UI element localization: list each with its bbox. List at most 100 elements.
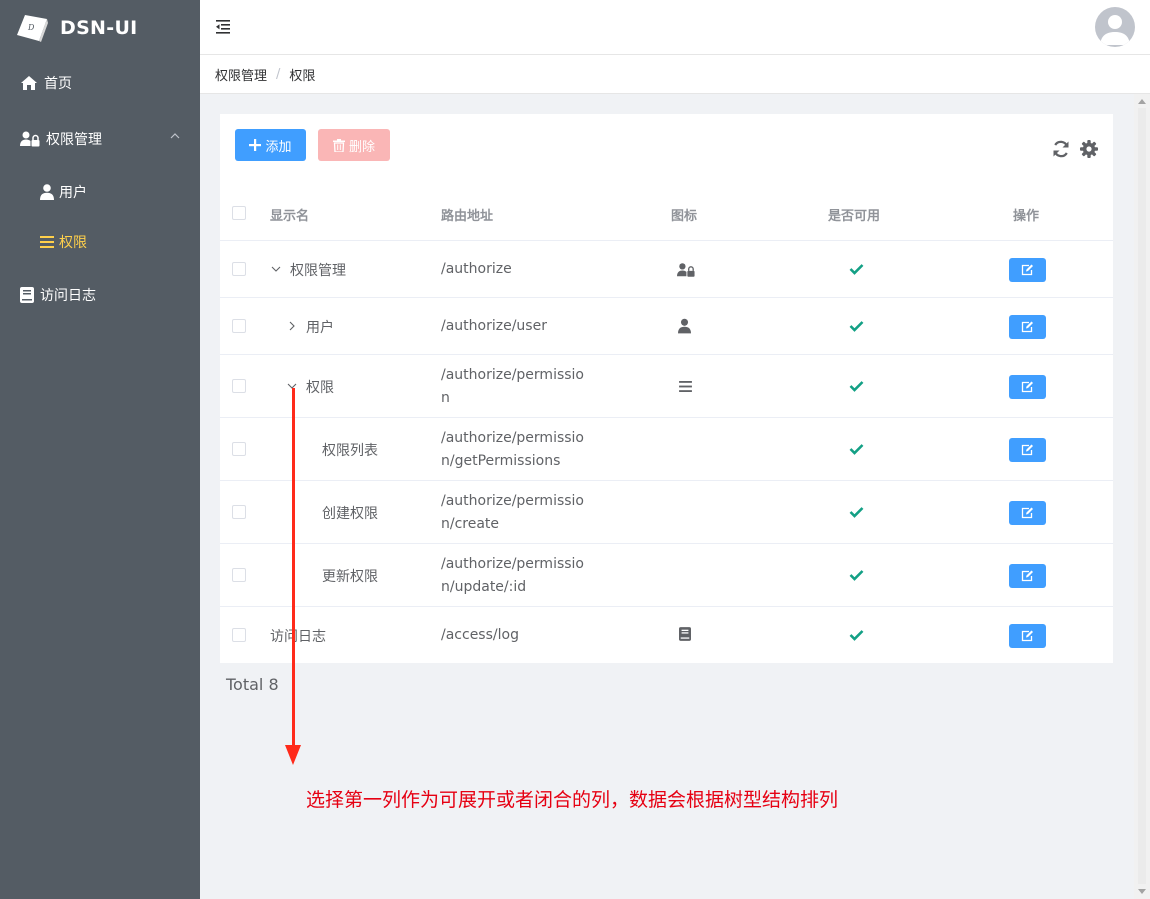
row-checkbox[interactable]: [232, 628, 246, 642]
trash-icon: [332, 138, 345, 152]
sidebar-item-access-log[interactable]: 访问日志: [0, 267, 200, 323]
breadcrumb-item-current: 权限: [289, 68, 316, 84]
logo[interactable]: D DSN-UI: [0, 0, 200, 55]
check-icon: [849, 264, 864, 275]
edit-icon: [1021, 570, 1033, 582]
check-icon: [849, 444, 864, 455]
row-checkbox[interactable]: [232, 442, 246, 456]
scroll-up-icon[interactable]: [1138, 99, 1146, 104]
sidebar-item-authorize[interactable]: 权限管理: [0, 111, 200, 167]
scroll-thumb[interactable]: [1138, 108, 1146, 884]
svg-text:D: D: [27, 23, 35, 32]
edit-icon: [1021, 264, 1033, 276]
edit-button[interactable]: [1009, 624, 1046, 648]
bars-icon: [40, 236, 54, 248]
user-avatar-icon: [1100, 15, 1130, 45]
edit-button[interactable]: [1009, 564, 1046, 588]
user-lock-icon: [20, 131, 40, 147]
sidebar: D DSN-UI 首页 权限管理 用户 权限 访问日志: [0, 0, 200, 899]
table-row: 访问日志 /access/log: [220, 607, 1113, 663]
delete-button-label: 删除: [348, 139, 375, 155]
permission-table-card: 添加 删除 显示名 路由地址 图标 是否可用 操作 权限管理 /authoriz: [220, 114, 1113, 663]
app-title: DSN-UI: [60, 16, 138, 39]
row-path: /access/log: [441, 627, 519, 643]
sidebar-item-permission[interactable]: 权限: [0, 214, 200, 270]
check-icon: [849, 321, 864, 332]
vertical-scrollbar[interactable]: [1134, 94, 1150, 899]
row-path: /authorize/permission/getPermissions: [441, 430, 585, 469]
pagination-total: Total 8: [226, 675, 279, 694]
edit-button[interactable]: [1009, 315, 1046, 339]
scroll-down-icon[interactable]: [1138, 889, 1146, 894]
sidebar-item-label: 用户: [59, 185, 87, 201]
add-button[interactable]: 添加: [235, 129, 306, 161]
column-header-path: 路由地址: [441, 209, 494, 224]
sidebar-item-user[interactable]: 用户: [0, 164, 200, 220]
row-checkbox[interactable]: [232, 568, 246, 582]
row-name: 权限列表: [322, 443, 378, 459]
column-header-name: 显示名: [270, 209, 310, 224]
menu-fold-icon[interactable]: [214, 18, 232, 36]
book-icon: [20, 287, 34, 303]
column-header-icon: 图标: [671, 209, 698, 224]
plus-icon: [249, 139, 262, 151]
edit-icon: [1021, 630, 1033, 642]
annotation-text: 选择第一列作为可展开或者闭合的列，数据会根据树型结构排列: [306, 789, 839, 811]
user-icon: [40, 184, 54, 200]
column-header-actions: 操作: [1013, 209, 1040, 224]
sidebar-item-label: 访问日志: [40, 288, 96, 304]
column-header-enabled: 是否可用: [828, 209, 881, 224]
book-icon: [679, 627, 691, 641]
avatar[interactable]: [1095, 7, 1135, 47]
row-checkbox[interactable]: [232, 505, 246, 519]
chevron-down-icon[interactable]: [270, 263, 282, 275]
row-checkbox[interactable]: [232, 262, 246, 276]
chevron-right-icon[interactable]: [286, 320, 298, 332]
sidebar-item-label: 首页: [44, 76, 72, 92]
add-button-label: 添加: [265, 139, 292, 155]
edit-button[interactable]: [1009, 375, 1046, 399]
edit-button[interactable]: [1009, 501, 1046, 525]
row-name: 权限: [306, 380, 334, 396]
user-icon: [678, 318, 691, 334]
breadcrumb: 权限管理 / 权限: [200, 55, 1150, 94]
row-name: 创建权限: [322, 506, 378, 522]
sidebar-item-label: 权限管理: [46, 132, 102, 148]
annotation-arrow-head: [285, 745, 301, 765]
sidebar-item-label: 权限: [59, 235, 87, 251]
breadcrumb-separator: /: [276, 66, 281, 82]
breadcrumb-item[interactable]: 权限管理: [215, 65, 267, 84]
edit-icon: [1021, 444, 1033, 456]
edit-icon: [1021, 381, 1033, 393]
home-icon: [21, 76, 37, 90]
check-icon: [849, 570, 864, 581]
row-path: /authorize/permission/create: [441, 493, 585, 532]
chevron-up-icon: [170, 133, 180, 139]
row-name: 访问日志: [270, 629, 326, 645]
table-row: 更新权限 /authorize/permission/update/:id: [220, 544, 1113, 607]
row-path: /authorize/user: [441, 318, 547, 334]
table-row: 权限 /authorize/permission: [220, 355, 1113, 418]
gear-icon[interactable]: [1079, 139, 1099, 159]
check-icon: [849, 507, 864, 518]
row-checkbox[interactable]: [232, 319, 246, 333]
edit-button[interactable]: [1009, 438, 1046, 462]
table-header: 显示名 路由地址 图标 是否可用 操作: [220, 186, 1113, 241]
row-checkbox[interactable]: [232, 379, 246, 393]
sidebar-item-home[interactable]: 首页: [0, 55, 200, 111]
row-path: /authorize/permission/update/:id: [441, 556, 585, 595]
row-name: 用户: [306, 320, 334, 336]
check-icon: [849, 381, 864, 392]
table-row: 创建权限 /authorize/permission/create: [220, 481, 1113, 544]
edit-button[interactable]: [1009, 258, 1046, 282]
top-header: [200, 0, 1150, 55]
bars-icon: [679, 381, 692, 392]
refresh-icon[interactable]: [1051, 139, 1071, 159]
select-all-checkbox[interactable]: [232, 206, 246, 220]
row-path: /authorize: [441, 261, 512, 277]
user-lock-icon: [677, 263, 695, 277]
edit-icon: [1021, 507, 1033, 519]
delete-button[interactable]: 删除: [318, 129, 390, 161]
row-path: /authorize/permission: [441, 367, 585, 406]
table-row: 权限列表 /authorize/permission/getPermission…: [220, 418, 1113, 481]
